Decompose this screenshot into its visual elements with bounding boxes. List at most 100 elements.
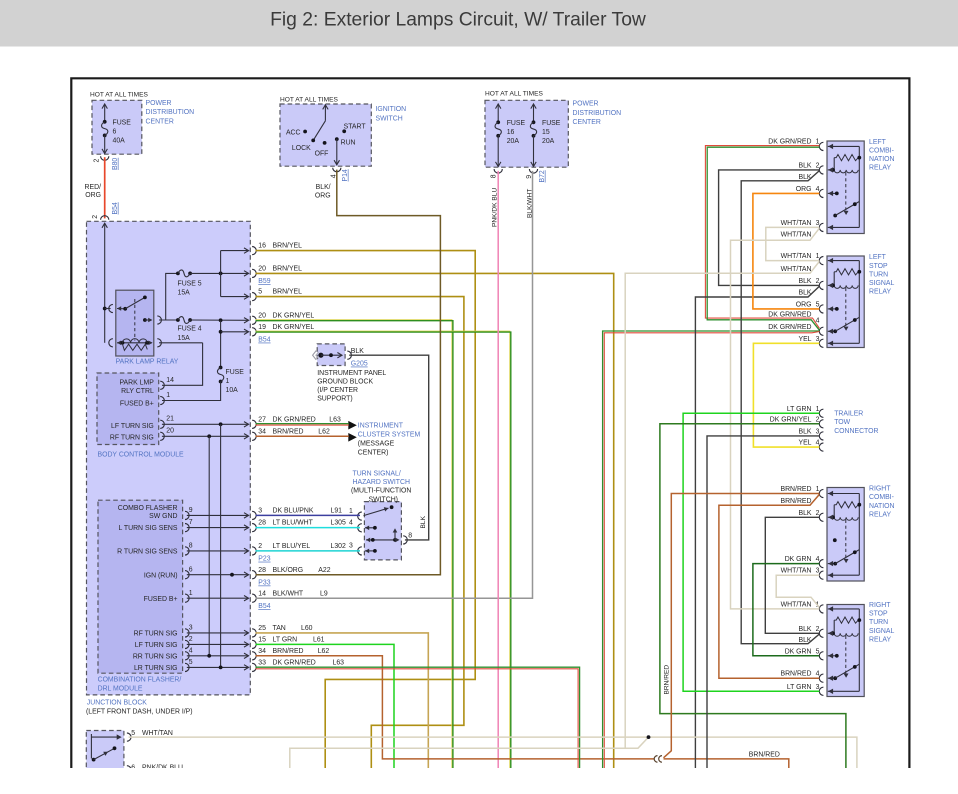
- svg-text:BRN/RED: BRN/RED: [749, 751, 780, 758]
- svg-text:SIGNAL: SIGNAL: [869, 628, 894, 635]
- svg-text:BLK: BLK: [420, 515, 427, 528]
- svg-text:3: 3: [816, 684, 820, 691]
- svg-text:NATION: NATION: [869, 503, 895, 510]
- svg-text:TURN: TURN: [869, 619, 888, 626]
- svg-text:1: 1: [166, 392, 170, 399]
- svg-text:RUN: RUN: [341, 139, 356, 146]
- svg-text:16: 16: [258, 243, 266, 250]
- svg-text:PARK LAMP RELAY: PARK LAMP RELAY: [116, 359, 179, 366]
- svg-text:1: 1: [816, 486, 820, 493]
- svg-text:BRN/YEL: BRN/YEL: [273, 289, 303, 296]
- svg-text:BLK: BLK: [798, 428, 811, 435]
- svg-text:1: 1: [816, 253, 820, 260]
- svg-text:YEL: YEL: [798, 336, 811, 343]
- svg-text:DK GRN/YEL: DK GRN/YEL: [770, 417, 812, 424]
- svg-text:JUNCTION BLOCK: JUNCTION BLOCK: [87, 700, 148, 707]
- svg-text:PARK LMP: PARK LMP: [119, 379, 154, 386]
- svg-text:1: 1: [226, 378, 230, 385]
- svg-text:B80: B80: [112, 158, 119, 170]
- svg-text:L61: L61: [313, 637, 325, 644]
- svg-text:6: 6: [189, 567, 193, 574]
- svg-text:FUSED B+: FUSED B+: [120, 401, 154, 408]
- svg-text:HAZARD SWITCH: HAZARD SWITCH: [353, 479, 410, 486]
- svg-text:BLK/WHT: BLK/WHT: [273, 590, 304, 597]
- svg-text:LT GRN: LT GRN: [787, 406, 812, 413]
- svg-text:4: 4: [816, 556, 820, 563]
- svg-text:L TURN SIG SENS: L TURN SIG SENS: [119, 525, 178, 532]
- svg-text:HOT AT ALL TIMES: HOT AT ALL TIMES: [280, 96, 339, 103]
- svg-text:BLK/: BLK/: [316, 184, 331, 191]
- svg-text:15A: 15A: [178, 290, 191, 297]
- svg-text:B72: B72: [539, 170, 546, 182]
- svg-text:(MESSAGE: (MESSAGE: [358, 440, 395, 447]
- svg-text:SIGNAL: SIGNAL: [869, 280, 894, 287]
- svg-text:2: 2: [93, 159, 100, 163]
- svg-text:L305: L305: [331, 520, 346, 527]
- svg-text:7: 7: [189, 519, 193, 526]
- svg-text:5: 5: [816, 648, 820, 655]
- svg-text:1: 1: [816, 139, 820, 146]
- svg-text:CENTER: CENTER: [146, 119, 174, 126]
- svg-text:BRN/YEL: BRN/YEL: [273, 243, 303, 250]
- svg-text:FUSED B+: FUSED B+: [144, 596, 178, 603]
- svg-text:BLK/ORG: BLK/ORG: [273, 567, 304, 574]
- svg-text:15: 15: [542, 129, 550, 136]
- svg-text:LT BLU/YEL: LT BLU/YEL: [273, 543, 311, 550]
- svg-text:TURN: TURN: [869, 271, 888, 278]
- svg-text:B59: B59: [258, 278, 270, 285]
- svg-text:FUSE 5: FUSE 5: [178, 281, 202, 288]
- svg-text:DK GRN: DK GRN: [785, 556, 812, 563]
- svg-text:DK GRN/RED: DK GRN/RED: [273, 416, 316, 423]
- svg-text:TAN: TAN: [273, 625, 286, 632]
- svg-text:1: 1: [816, 406, 820, 413]
- svg-text:DISTRIBUTION: DISTRIBUTION: [573, 110, 622, 117]
- svg-text:BLK: BLK: [798, 510, 811, 517]
- svg-text:34: 34: [258, 428, 266, 435]
- svg-text:14: 14: [166, 377, 174, 384]
- svg-text:DK BLU/PNK: DK BLU/PNK: [273, 508, 314, 515]
- svg-text:4: 4: [189, 648, 193, 655]
- svg-text:INSTRUMENT PANEL: INSTRUMENT PANEL: [317, 370, 386, 377]
- svg-text:BLK: BLK: [351, 348, 364, 355]
- svg-text:COMBI-: COMBI-: [869, 494, 894, 501]
- svg-text:LT GRN: LT GRN: [787, 684, 812, 691]
- svg-text:LEFT: LEFT: [869, 254, 887, 261]
- svg-text:1: 1: [189, 590, 193, 597]
- svg-text:COMBI-: COMBI-: [869, 147, 894, 154]
- svg-text:ACC: ACC: [286, 129, 301, 136]
- svg-text:COMBINATION FLASHER/: COMBINATION FLASHER/: [98, 676, 182, 683]
- svg-text:RELAY: RELAY: [869, 289, 891, 296]
- svg-text:L63: L63: [329, 416, 341, 423]
- svg-text:LR TURN SIG: LR TURN SIG: [134, 665, 178, 672]
- svg-text:LT BLU/WHT: LT BLU/WHT: [273, 520, 314, 527]
- svg-text:WHT/TAN: WHT/TAN: [781, 266, 812, 273]
- svg-text:5: 5: [131, 730, 135, 737]
- svg-text:COMBO FLASHER: COMBO FLASHER: [118, 505, 178, 512]
- svg-text:2: 2: [816, 510, 820, 517]
- svg-text:Fig 2: Exterior Lamps Circuit,: Fig 2: Exterior Lamps Circuit, W/ Traile…: [270, 10, 646, 31]
- svg-text:WHT/TAN: WHT/TAN: [781, 232, 812, 239]
- svg-text:ORG: ORG: [315, 193, 331, 200]
- svg-text:DISTRIBUTION: DISTRIBUTION: [146, 109, 195, 116]
- svg-text:B54: B54: [258, 337, 270, 344]
- svg-text:LF TURN SIG: LF TURN SIG: [111, 423, 154, 430]
- svg-text:FUSE: FUSE: [226, 369, 245, 376]
- svg-text:10A: 10A: [226, 387, 239, 394]
- svg-text:ORG: ORG: [796, 301, 812, 308]
- svg-text:B54: B54: [112, 202, 119, 214]
- svg-text:L60: L60: [301, 625, 313, 632]
- svg-text:2: 2: [816, 626, 820, 633]
- svg-text:L9: L9: [320, 590, 328, 597]
- svg-text:33: 33: [258, 660, 266, 667]
- svg-text:5: 5: [189, 659, 193, 666]
- svg-text:WHT/TAN: WHT/TAN: [781, 601, 812, 608]
- svg-text:BRN/RED: BRN/RED: [780, 671, 811, 678]
- svg-text:LOCK: LOCK: [292, 145, 311, 152]
- svg-text:L302: L302: [331, 543, 346, 550]
- svg-text:27: 27: [258, 416, 266, 423]
- svg-text:RLY CTRL: RLY CTRL: [121, 388, 154, 395]
- svg-text:RELAY: RELAY: [869, 165, 891, 172]
- svg-text:3: 3: [816, 220, 820, 227]
- svg-text:RELAY: RELAY: [869, 636, 891, 643]
- svg-text:8: 8: [408, 532, 412, 539]
